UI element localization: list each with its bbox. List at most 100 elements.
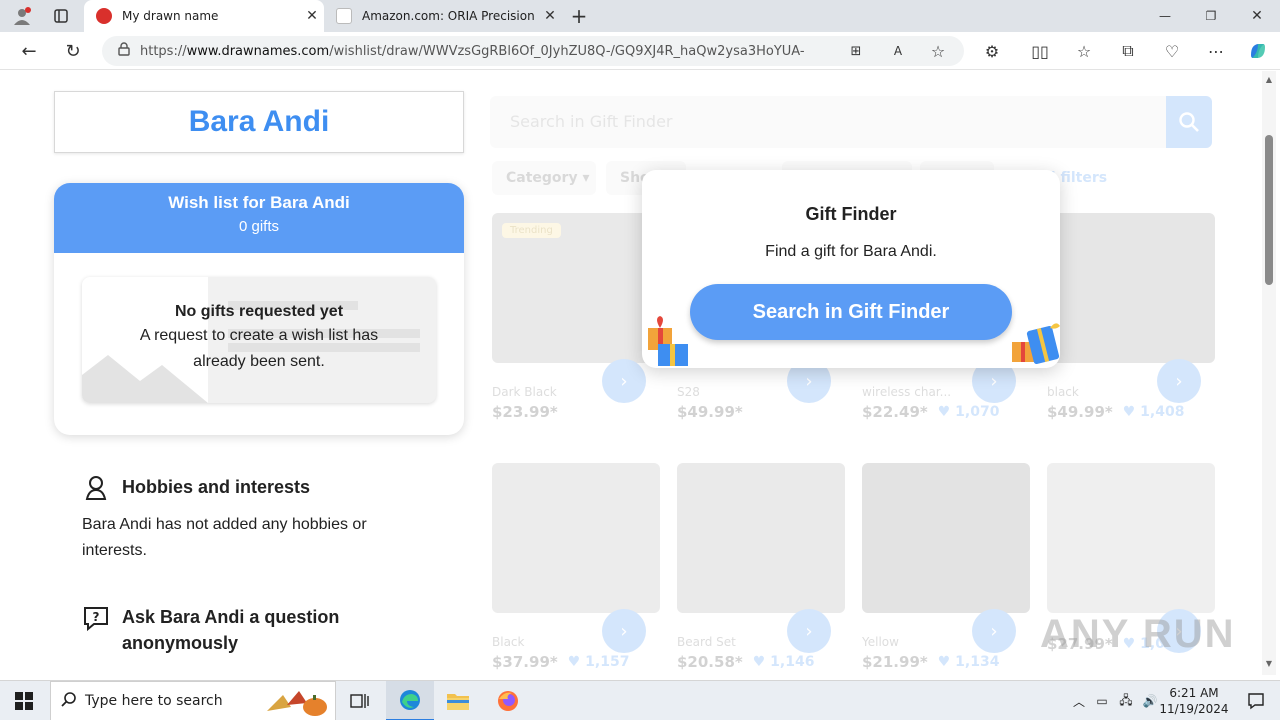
back-icon[interactable]: ← <box>14 36 44 66</box>
amazon-favicon-icon <box>336 8 352 24</box>
svg-text:?: ? <box>93 610 100 624</box>
popup-subtitle: Find a gift for Bara Andi. <box>765 243 937 260</box>
copilot-icon[interactable] <box>1244 36 1272 66</box>
filter-category[interactable]: Category ▾ <box>492 161 596 195</box>
product-card[interactable]: black $49.99* ♥ 1,408 › <box>1047 213 1215 439</box>
filter-label: Category <box>506 170 578 186</box>
product-image <box>862 463 1030 613</box>
open-product-button[interactable]: › <box>1157 359 1201 403</box>
product-price: $49.99* <box>677 403 743 421</box>
product-image <box>1047 463 1215 613</box>
product-price: $21.99* <box>862 653 928 671</box>
close-tab-icon[interactable]: ✕ <box>538 8 562 24</box>
scroll-down-icon[interactable]: ▼ <box>1262 659 1276 668</box>
new-tab-button[interactable]: + <box>566 4 592 28</box>
windows-taskbar: Type here to search ︿ ▭ 🖧 🔊 6:21 AM 11/1… <box>0 680 1280 720</box>
autumn-leaves-icon <box>263 687 333 720</box>
app-available-icon[interactable]: ⊞ <box>846 41 866 61</box>
notifications-icon[interactable] <box>1232 681 1280 720</box>
product-card[interactable]: Beard Set $20.58* ♥ 1,146 › <box>677 463 845 675</box>
product-likes: ♥ 1,134 <box>937 654 1000 670</box>
likes-count: 1,408 <box>1140 404 1185 420</box>
task-view-icon[interactable] <box>336 681 384 720</box>
gift-finder-popup: Gift Finder Find a gift for Bara Andi. S… <box>642 170 1060 368</box>
product-meta: $20.58* ♥ 1,146 <box>677 653 845 671</box>
likes-count: 1,134 <box>955 654 1000 670</box>
product-card[interactable]: Yellow $21.99* ♥ 1,134 › <box>862 463 1030 675</box>
product-likes: ♥ 1,146 <box>752 654 815 670</box>
url-field[interactable]: https://www.drawnames.com/wishlist/draw/… <box>102 36 964 66</box>
show-hidden-icons-icon[interactable]: ︿ <box>1068 693 1090 710</box>
question-heading: ? Ask Bara Andi a question anonymously <box>82 604 382 656</box>
product-card[interactable]: Black $37.99* ♥ 1,157 › <box>492 463 660 675</box>
network-icon[interactable]: 🖧 <box>1114 691 1138 712</box>
file-explorer-icon[interactable] <box>434 681 482 720</box>
scroll-up-icon[interactable]: ▲ <box>1262 75 1276 84</box>
open-product-button[interactable]: › <box>602 609 646 653</box>
browser-essentials-icon[interactable]: ♡ <box>1158 36 1186 66</box>
close-window-button[interactable]: ✕ <box>1234 0 1280 32</box>
favorites-icon[interactable]: ☆ <box>1070 36 1098 66</box>
restore-button[interactable]: ❐ <box>1188 0 1234 32</box>
likes-count: 1,146 <box>770 654 815 670</box>
gift-box-icon <box>648 316 688 366</box>
search-icon <box>1179 112 1199 132</box>
product-meta: $22.49* ♥ 1,070 <box>862 403 1030 421</box>
search-placeholder: Search in Gift Finder <box>510 112 673 131</box>
open-product-button[interactable]: › <box>972 609 1016 653</box>
edge-taskbar-icon[interactable] <box>386 681 434 720</box>
wishlist-header: Wish list for Bara Andi 0 gifts <box>54 183 464 253</box>
taskbar-search-placeholder: Type here to search <box>85 693 223 709</box>
product-meta: $21.99* ♥ 1,134 <box>862 653 1030 671</box>
start-button[interactable] <box>0 681 48 720</box>
favorite-star-icon[interactable]: ☆ <box>928 41 948 61</box>
url-prefix: https:// <box>140 43 187 59</box>
read-aloud-icon[interactable]: A <box>888 41 908 61</box>
open-product-button[interactable]: › <box>787 609 831 653</box>
search-button[interactable] <box>1166 96 1212 148</box>
battery-icon[interactable]: ▭ <box>1090 694 1114 708</box>
tab-amazon[interactable]: Amazon.com: ORIA Precision Sc ✕ <box>324 0 562 32</box>
anyrun-watermark: ANY RUN <box>1040 612 1236 656</box>
product-image <box>1047 213 1215 363</box>
likes-count: 1,157 <box>585 654 630 670</box>
popup-title: Gift Finder <box>805 204 897 224</box>
web-page: Bara Andi Wish list for Bara Andi 0 gift… <box>4 71 1260 675</box>
split-screen-icon[interactable]: ▯▯ <box>1026 36 1054 66</box>
open-product-button[interactable]: › <box>602 359 646 403</box>
drawnames-favicon-icon <box>96 8 112 24</box>
url-path: /wishlist/draw/WWVzsGgRBl6Of_0JyhZU8Q-/G… <box>329 43 805 59</box>
product-meta: $37.99* ♥ 1,157 <box>492 653 660 671</box>
product-likes: ♥ 1,408 <box>1122 404 1185 420</box>
more-menu-icon[interactable]: ⋯ <box>1202 36 1230 66</box>
url-domain: www.drawnames.com <box>186 43 330 59</box>
windows-logo-icon <box>15 692 33 710</box>
product-price: $20.58* <box>677 653 743 671</box>
page-scrollbar[interactable]: ▲ ▼ <box>1262 71 1276 675</box>
search-gift-finder-button[interactable]: Search in Gift Finder <box>690 284 1012 340</box>
clock-date: 11/19/2024 <box>1159 702 1229 716</box>
close-tab-icon[interactable]: ✕ <box>300 8 324 24</box>
tab-my-drawn-name[interactable]: My drawn name ✕ <box>84 0 324 32</box>
product-card[interactable]: Trending Dark Black $23.99* › <box>492 213 660 439</box>
taskbar-clock[interactable]: 6:21 AM 11/19/2024 <box>1156 685 1232 717</box>
minimize-button[interactable]: — <box>1142 0 1188 32</box>
firefox-icon[interactable] <box>484 681 532 720</box>
tab-title: Amazon.com: ORIA Precision Sc <box>362 9 538 23</box>
refresh-icon[interactable]: ↻ <box>58 36 88 66</box>
taskbar-search-box[interactable]: Type here to search <box>50 681 336 720</box>
extensions-icon[interactable]: ⚙ <box>978 36 1006 66</box>
person-icon <box>82 474 110 502</box>
gift-finder-search-input[interactable]: Search in Gift Finder <box>490 96 1212 148</box>
collections-icon[interactable]: ⧉ <box>1114 36 1142 66</box>
profile-icon[interactable] <box>8 4 36 28</box>
address-bar-row: ← ↻ https://www.drawnames.com/wishlist/d… <box>0 32 1280 70</box>
question-bubble-icon: ? <box>82 604 110 632</box>
lock-icon <box>118 42 130 60</box>
likes-count: 1,070 <box>955 404 1000 420</box>
wishlist-title: Wish list for Bara Andi <box>168 193 350 212</box>
scroll-thumb[interactable] <box>1265 135 1273 285</box>
tab-strip: My drawn name ✕ Amazon.com: ORIA Precisi… <box>0 0 1280 32</box>
gift-box-icon <box>1012 323 1060 365</box>
tab-actions-icon[interactable] <box>48 4 74 28</box>
